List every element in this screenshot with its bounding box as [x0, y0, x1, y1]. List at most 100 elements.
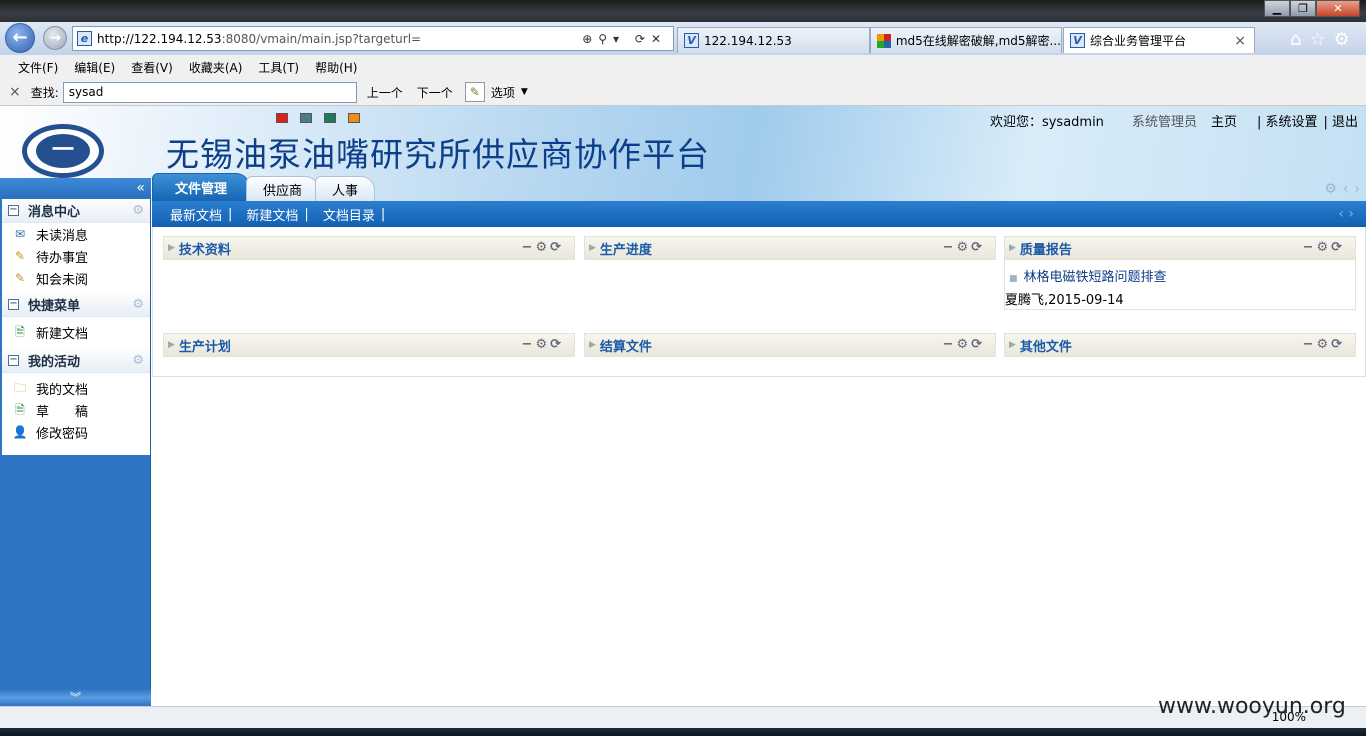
tab-file-management[interactable]: 文件管理 — [152, 173, 251, 201]
find-close-icon[interactable]: × — [9, 84, 21, 100]
sidebar-item-label: 知会未阅 — [36, 272, 89, 288]
theme-swatch-green[interactable] — [324, 113, 336, 123]
theme-swatch-red[interactable] — [276, 113, 288, 123]
portlet-tools-icons[interactable]: −⚙⟳ — [522, 240, 564, 255]
tab-icon: V — [1070, 33, 1085, 48]
browser-tab-2[interactable]: md5在线解密破解,md5解密... — [870, 27, 1062, 53]
site-icon: e — [77, 31, 92, 46]
section-message-center[interactable]: − 消息中心 ⚙ — [2, 199, 150, 223]
gear-icon[interactable]: ⚙ — [132, 203, 144, 218]
subnav-arrows[interactable]: ‹ › — [1338, 206, 1354, 222]
portlet-title[interactable]: 技术资料 — [179, 239, 231, 258]
subnav-doc-catalog[interactable]: 文档目录 — [323, 205, 375, 224]
home-link[interactable]: 主页 — [1211, 111, 1237, 130]
sidebar-expand-button[interactable]: ︾ — [0, 689, 151, 706]
list-item[interactable]: ■ 林格电磁铁短路问题排查 — [1005, 266, 1355, 285]
portlet-title[interactable]: 生产进度 — [600, 239, 652, 258]
portlet-title[interactable]: 结算文件 — [600, 336, 652, 355]
tab-label: 综合业务管理平台 — [1090, 34, 1187, 48]
pencil-icon[interactable]: ✎ — [464, 82, 485, 102]
sidebar-item-unread-notice[interactable]: ✎ 知会未阅 — [2, 267, 150, 289]
gear-icon[interactable]: ⚙ — [1324, 181, 1337, 197]
chevron-down-icon[interactable]: ▼ — [521, 87, 528, 97]
sidebar-item-todo[interactable]: ✎ 待办事宜 — [2, 245, 150, 267]
arrow-icon: ▶ — [168, 243, 175, 253]
sidebar-item-label: 修改密码 — [36, 426, 89, 442]
tab-supplier[interactable]: 供应商 — [246, 176, 320, 201]
envelope-icon: ✉ — [14, 227, 26, 241]
portlet-tools-icons[interactable]: −⚙⟳ — [943, 337, 985, 352]
address-host: http://122.194.12.53 — [97, 31, 222, 46]
portlet-tools-icons[interactable]: −⚙⟳ — [1303, 240, 1345, 255]
portlet-tools-icons[interactable]: −⚙⟳ — [522, 337, 564, 352]
tab-personnel[interactable]: 人事 — [315, 176, 376, 201]
forward-button[interactable]: → — [43, 26, 67, 50]
portlet-title[interactable]: 其他文件 — [1020, 336, 1072, 355]
subnav-new-doc[interactable]: 新建文档 — [246, 205, 298, 224]
gear-icon[interactable]: ⚙ — [132, 297, 144, 312]
browser-tab-3-active[interactable]: V 综合业务管理平台 × — [1063, 27, 1255, 53]
menu-tools[interactable]: 工具(T) — [258, 59, 299, 76]
draft-icon: 🗎 — [15, 403, 25, 417]
subnav-latest-docs[interactable]: 最新文档 — [170, 205, 222, 224]
find-prev-button[interactable]: 上一个 — [367, 84, 403, 101]
sidebar-item-label: 待办事宜 — [36, 250, 89, 266]
chevron-left-icon[interactable]: ‹ — [1343, 181, 1349, 197]
sidebar-item-new-doc[interactable]: 🗎 新建文档 — [2, 321, 150, 343]
sidebar-item-change-password[interactable]: 👤 修改密码 — [2, 421, 150, 443]
tab-label: md5在线解密破解,md5解密... — [895, 34, 1061, 48]
theme-swatch-slate[interactable] — [300, 113, 312, 123]
menu-favorites[interactable]: 收藏夹(A) — [189, 59, 243, 76]
section-my-activity[interactable]: − 我的活动 ⚙ — [2, 349, 150, 373]
sidebar-item-label: 未读消息 — [36, 228, 89, 244]
sidebar-item-drafts[interactable]: 🗎 草 稿 — [2, 399, 150, 421]
restore-button[interactable]: ❐ — [1290, 0, 1316, 17]
user-role: 系统管理员 — [1131, 115, 1197, 130]
logout-link[interactable]: | 退出 — [1323, 111, 1358, 130]
sub-navigation: 最新文档 | 新建文档 | 文档目录 | — [152, 201, 1366, 227]
portlet-title[interactable]: 质量报告 — [1020, 239, 1072, 258]
menu-help[interactable]: 帮助(H) — [315, 59, 357, 76]
edit-icon: ✎ — [14, 249, 26, 263]
gear-icon[interactable]: ⚙ — [132, 353, 144, 368]
portlet-settlement-files: ▶ 结算文件 −⚙⟳ — [584, 333, 996, 360]
address-tools-icon[interactable]: ⊕⚲▾ ⟳✕ — [582, 32, 667, 46]
settings-link[interactable]: | 系统设置 — [1257, 111, 1318, 130]
menu-file[interactable]: 文件(F) — [18, 59, 58, 76]
find-bar: × 查找: 上一个 下一个 ✎ 选项 ▼ — [0, 79, 1366, 106]
sidebar-item-my-docs[interactable]: 🗀 我的文档 — [2, 377, 150, 399]
home-star-gear-icons[interactable]: ⌂☆⚙ — [1290, 29, 1358, 50]
browser-tab-1[interactable]: V 122.194.12.53 — [677, 27, 870, 53]
portlet-tools-icons[interactable]: −⚙⟳ — [943, 240, 985, 255]
sidebar-item-label: 我的文档 — [36, 382, 89, 398]
find-options-button[interactable]: 选项 — [491, 84, 515, 101]
portlet-tools-icons[interactable]: −⚙⟳ — [1303, 337, 1345, 352]
theme-swatch-orange[interactable] — [348, 113, 360, 123]
address-bar[interactable]: e http://122.194.12.53 :8080/vmain/main.… — [72, 26, 674, 51]
section-title: 消息中心 — [28, 205, 81, 220]
collapse-icon[interactable]: − — [8, 205, 19, 216]
main-content: ▶ 技术资料 −⚙⟳ ▶ 生产进度 −⚙⟳ ▶ 质量报告 −⚙⟳ ■ 林格电磁铁短路问题排查 … — [152, 227, 1366, 377]
folder-icon: 🗀 — [13, 381, 26, 395]
report-link[interactable]: 林格电磁铁短路问题排查 — [1024, 270, 1167, 285]
sidebar-collapse-button[interactable]: « — [0, 178, 151, 198]
tab-close-icon[interactable]: × — [1234, 33, 1246, 49]
portlet-production-progress: ▶ 生产进度 −⚙⟳ — [584, 236, 996, 263]
section-quick-menu[interactable]: − 快捷菜单 ⚙ — [2, 293, 150, 317]
md5-site-icon — [877, 33, 891, 48]
chevron-right-icon[interactable]: › — [1354, 181, 1360, 197]
sidebar-item-unread[interactable]: ✉ 未读消息 — [2, 223, 150, 245]
sidebar-item-label: 新建文档 — [36, 326, 89, 342]
find-next-button[interactable]: 下一个 — [417, 84, 453, 101]
back-button[interactable]: ← — [5, 23, 35, 53]
find-input[interactable] — [62, 81, 357, 103]
collapse-icon[interactable]: − — [8, 355, 19, 366]
collapse-icon[interactable]: − — [8, 299, 19, 310]
address-path: :8080/vmain/main.jsp?targeturl= — [221, 31, 422, 46]
menu-view[interactable]: 查看(V) — [131, 59, 173, 76]
close-window-button[interactable]: ✕ — [1316, 0, 1360, 17]
window-controls: ▁ ❐ ✕ — [1264, 0, 1360, 18]
minimize-button[interactable]: ▁ — [1264, 0, 1290, 17]
portlet-title[interactable]: 生产计划 — [179, 336, 231, 355]
menu-edit[interactable]: 编辑(E) — [74, 59, 115, 76]
